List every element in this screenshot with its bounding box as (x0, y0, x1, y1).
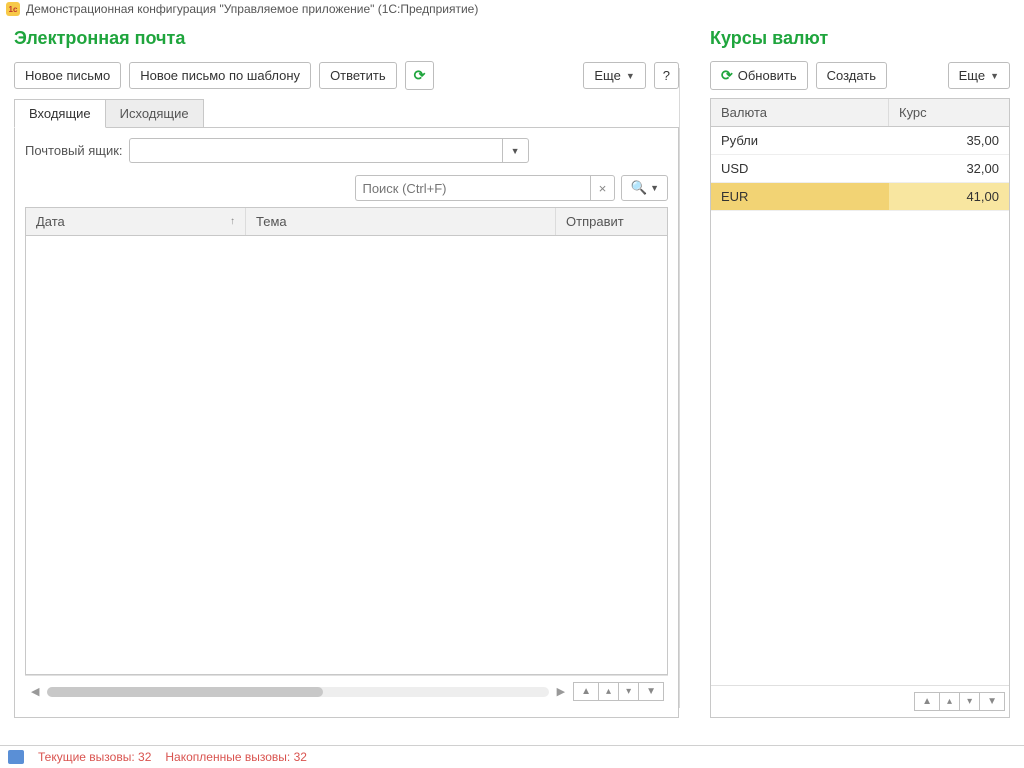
grid-header: Дата↑ Тема Отправит (26, 208, 667, 236)
col-rate[interactable]: Курс (889, 99, 1009, 126)
grid-footer: ◀ ▶ ▲ ▴ ▾ ▼ (25, 675, 668, 707)
rates-toolbar: ⟳Обновить Создать Еще ▼ (710, 61, 1010, 90)
email-toolbar: Новое письмо Новое письмо по шаблону Отв… (14, 61, 679, 90)
rates-more-button[interactable]: Еще ▼ (948, 62, 1010, 89)
status-bar: Текущие вызовы: 32 Накопленные вызовы: 3… (0, 745, 1024, 768)
table-row[interactable]: USD 32,00 (711, 155, 1009, 183)
window-titlebar: 1c Демонстрационная конфигурация "Управл… (0, 0, 1024, 18)
grid-body[interactable] (26, 236, 667, 674)
email-panel: Электронная почта Новое письмо Новое пис… (14, 28, 679, 718)
email-tabs: Входящие Исходящие (14, 98, 679, 127)
nav-down-button[interactable]: ▾ (619, 682, 639, 701)
chevron-down-icon: ▼ (511, 146, 520, 156)
inbox-body: Почтовый ящик: ▼ × 🔍▼ Дата↑ Тема Отправи… (14, 127, 679, 718)
scrollbar-thumb[interactable] (47, 687, 323, 697)
rates-grid: Валюта Курс Рубли 35,00 USD 32,00 EUR 41… (710, 98, 1010, 718)
table-row-selected[interactable]: EUR 41,00 (711, 183, 1009, 211)
rates-create-button[interactable]: Создать (816, 62, 887, 89)
new-mail-button[interactable]: Новое письмо (14, 62, 121, 89)
table-row[interactable]: Рубли 35,00 (711, 127, 1009, 155)
col-date[interactable]: Дата↑ (26, 208, 246, 235)
search-input[interactable] (355, 175, 589, 201)
col-subject[interactable]: Тема (246, 208, 556, 235)
col-sender[interactable]: Отправит (556, 208, 667, 235)
sort-ascending-icon: ↑ (230, 216, 235, 227)
rates-refresh-button[interactable]: ⟳Обновить (710, 61, 808, 90)
scroll-right-icon[interactable]: ▶ (555, 685, 567, 698)
scroll-left-icon[interactable]: ◀ (29, 685, 41, 698)
chevron-down-icon: ▼ (650, 183, 659, 193)
reply-button[interactable]: Ответить (319, 62, 397, 89)
nav-last-button[interactable]: ▼ (639, 682, 664, 701)
refresh-icon: ⟳ (721, 67, 733, 84)
currency-cell: EUR (711, 183, 889, 210)
currency-cell: Рубли (711, 127, 889, 154)
nav-last-button[interactable]: ▼ (980, 692, 1005, 711)
email-grid: Дата↑ Тема Отправит (25, 207, 668, 675)
rate-cell: 41,00 (889, 183, 1009, 210)
email-title: Электронная почта (14, 28, 679, 49)
search-button[interactable]: 🔍▼ (621, 175, 668, 201)
mailbox-input[interactable] (129, 138, 502, 163)
mailbox-dropdown-button[interactable]: ▼ (502, 138, 529, 163)
app-logo-icon: 1c (6, 2, 20, 16)
mailbox-combo[interactable]: ▼ (129, 138, 529, 163)
nav-down-button[interactable]: ▾ (960, 692, 980, 711)
help-button[interactable]: ? (654, 62, 679, 89)
col-currency[interactable]: Валюта (711, 99, 889, 126)
rates-footer: ▲ ▴ ▾ ▼ (711, 685, 1009, 717)
chevron-down-icon: ▼ (990, 71, 999, 81)
rates-title: Курсы валют (710, 28, 1010, 49)
nav-first-button[interactable]: ▲ (573, 682, 599, 701)
refresh-button[interactable]: ⟳ (405, 61, 435, 90)
refresh-icon: ⟳ (414, 67, 426, 84)
status-accum: Накопленные вызовы: 32 (165, 750, 307, 764)
search-icon: 🔍 (630, 180, 647, 196)
tab-inbox[interactable]: Входящие (14, 99, 106, 128)
close-icon: × (599, 181, 607, 196)
rate-cell: 32,00 (889, 155, 1009, 182)
row-nav-buttons: ▲ ▴ ▾ ▼ (573, 682, 664, 701)
status-icon (8, 750, 24, 764)
nav-first-button[interactable]: ▲ (914, 692, 940, 711)
rates-panel: Курсы валют ⟳Обновить Создать Еще ▼ Валю… (710, 28, 1010, 718)
panel-divider (679, 68, 680, 708)
mailbox-label: Почтовый ящик: (25, 143, 123, 158)
nav-up-button[interactable]: ▴ (940, 692, 960, 711)
currency-cell: USD (711, 155, 889, 182)
rate-cell: 35,00 (889, 127, 1009, 154)
chevron-down-icon: ▼ (626, 71, 635, 81)
more-button[interactable]: Еще ▼ (583, 62, 645, 89)
clear-search-button[interactable]: × (590, 175, 616, 201)
horizontal-scrollbar[interactable] (47, 687, 548, 697)
window-title: Демонстрационная конфигурация "Управляем… (26, 2, 478, 16)
nav-up-button[interactable]: ▴ (599, 682, 619, 701)
row-nav-buttons: ▲ ▴ ▾ ▼ (914, 692, 1005, 711)
tab-outbox[interactable]: Исходящие (106, 99, 204, 128)
status-current: Текущие вызовы: 32 (38, 750, 151, 764)
rates-body[interactable]: Рубли 35,00 USD 32,00 EUR 41,00 (711, 127, 1009, 685)
new-mail-template-button[interactable]: Новое письмо по шаблону (129, 62, 311, 89)
